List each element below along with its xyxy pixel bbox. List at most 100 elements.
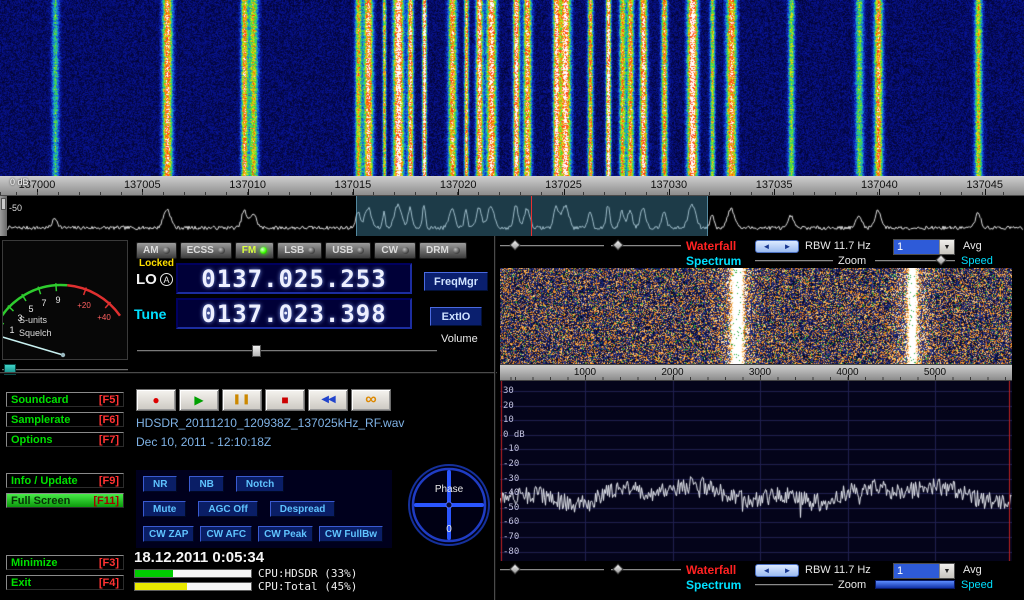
rf-waterfall[interactable]	[0, 0, 1024, 176]
menu-button-label: Full Screen	[11, 495, 70, 507]
record-button[interactable]: ●	[136, 389, 176, 411]
menu-button-samplerate[interactable]: Samplerate[F6]	[6, 412, 124, 427]
dsp-button-cw-zap[interactable]: CW ZAP	[143, 526, 194, 542]
dsp-row: Mute AGC Off Despread	[143, 501, 385, 517]
speed-label: Speed	[961, 255, 993, 267]
db-scale-label: 20	[503, 401, 514, 411]
af-waterfall[interactable]	[500, 268, 1012, 364]
zoom-slider[interactable]	[875, 580, 955, 589]
db-scale-label: -30	[503, 474, 519, 484]
tune-frequency-display[interactable]: 0137.023.398	[176, 298, 412, 329]
af-scale-tick	[760, 375, 761, 380]
avg-combo[interactable]: 1▼	[893, 239, 955, 255]
af-spectrum-trace[interactable]	[500, 381, 1012, 561]
play-icon: ▶	[194, 394, 203, 406]
recording-filename: HDSDR_20111210_120938Z_137025kHz_RF.wav	[136, 416, 404, 430]
stop-button[interactable]: ■	[265, 389, 305, 411]
af-scale-tick	[848, 375, 849, 380]
left-menu: Soundcard[F5] Samplerate[F6] Options[F7] In…	[0, 0, 132, 600]
contrast-slider-thumb[interactable]	[509, 563, 520, 574]
cpu-bar-fill	[135, 583, 187, 590]
extio-button[interactable]: ExtIO	[430, 307, 482, 326]
shift-right-arrow-icon[interactable]: ►	[777, 241, 798, 252]
menu-button-full-screen[interactable]: Full Screen[F11]	[6, 493, 124, 508]
rewind-button[interactable]: ◀◀	[308, 389, 348, 411]
dsp-button-agc-off[interactable]: AGC Off	[198, 501, 257, 517]
dsp-button-cw-afc[interactable]: CW AFC	[200, 526, 252, 542]
lo-lock-badge-icon[interactable]: A	[160, 273, 173, 286]
cpu-label: CPU:HDSDR (33%)	[258, 567, 357, 580]
avg-combo-value: 1	[894, 240, 939, 254]
menu-button-minimize[interactable]: Minimize[F3]	[6, 555, 124, 570]
shift-right-arrow-icon[interactable]: ►	[777, 565, 798, 576]
spectrum-label[interactable]: Spectrum	[686, 254, 741, 268]
af-spectrum[interactable]: 3020100 dB-10-20-30-40-50-60-70-80	[500, 381, 1012, 561]
dsp-button-notch[interactable]: Notch	[236, 476, 284, 492]
band-shift-arrows[interactable]: ◄►	[755, 240, 799, 253]
af-frequency-scale[interactable]: 10002000300040005000	[500, 364, 1012, 381]
mode-button-ecss[interactable]: ECSS	[180, 242, 232, 259]
brightness-slider-thumb[interactable]	[612, 563, 623, 574]
hdsdr-window: 1370001370051370101370151370201370251370…	[0, 0, 1024, 600]
freq-scale-tick	[458, 189, 459, 195]
band-shift-arrows[interactable]: ◄►	[755, 564, 799, 577]
mode-button-fm[interactable]: FM	[235, 242, 274, 259]
menu-button-soundcard[interactable]: Soundcard[F5]	[6, 392, 124, 407]
dsp-button-nb[interactable]: NB	[189, 476, 223, 492]
volume-slider[interactable]	[137, 344, 437, 358]
dsp-button-despread[interactable]: Despread	[270, 501, 336, 517]
waterfall-label[interactable]: Waterfall	[686, 239, 736, 253]
volume-slider-thumb[interactable]	[252, 345, 261, 357]
spectrum-label[interactable]: Spectrum	[686, 578, 741, 592]
rewind-icon: ◀◀	[321, 395, 334, 405]
loop-button[interactable]: ∞	[351, 389, 391, 411]
passband-highlight[interactable]	[356, 196, 708, 236]
dsp-button-cw-fullbw[interactable]: CW FullBw	[319, 526, 383, 542]
mode-button-cw[interactable]: CW	[374, 242, 416, 259]
dsp-button-mute[interactable]: Mute	[143, 501, 186, 517]
shift-left-arrow-icon[interactable]: ◄	[756, 565, 777, 576]
tune-label: Tune	[134, 306, 166, 322]
af-scale-label: 4000	[836, 367, 858, 378]
rf-spectrum[interactable]: -50	[0, 196, 1024, 236]
pause-button[interactable]: ❚❚	[222, 389, 262, 411]
frequency-manager-button[interactable]: FreqMgr	[424, 272, 488, 291]
zoom-slider-thumb[interactable]	[935, 254, 946, 265]
lo-frequency-display[interactable]: 0137.025.253	[176, 263, 412, 294]
mode-button-am[interactable]: AM	[136, 242, 177, 259]
mode-button-drm[interactable]: DRM	[419, 242, 467, 259]
db-scale-label: -80	[503, 547, 519, 557]
frequency-scale[interactable]: 1370001370051370101370151370201370251370…	[0, 176, 1024, 196]
shift-left-arrow-icon[interactable]: ◄	[756, 241, 777, 252]
play-button[interactable]: ▶	[179, 389, 219, 411]
cpu-bar-fill	[135, 570, 173, 577]
stop-icon: ■	[281, 394, 288, 406]
db-scale-label: -40	[503, 488, 519, 498]
zoom-label: Zoom	[838, 255, 866, 267]
phase-dial[interactable]: Phase 0	[404, 460, 494, 550]
menu-button-exit[interactable]: Exit[F4]	[6, 575, 124, 590]
lo-label: LO	[136, 271, 157, 288]
zoom-slider-track[interactable]	[755, 584, 833, 586]
contrast-slider-thumb[interactable]	[509, 239, 520, 250]
avg-combo-value: 1	[894, 564, 939, 578]
zoom-slider-track[interactable]	[755, 260, 833, 262]
mode-button-lsb[interactable]: LSB	[277, 242, 322, 259]
af-scale-tick	[585, 375, 586, 380]
combo-dropdown-icon[interactable]: ▼	[939, 564, 954, 578]
volume-slider-track[interactable]	[137, 350, 437, 352]
combo-dropdown-icon[interactable]: ▼	[939, 240, 954, 254]
db-scale-label: -20	[503, 459, 519, 469]
horizontal-divider	[0, 372, 497, 374]
menu-button-options[interactable]: Options[F7]	[6, 432, 124, 447]
mode-label: USB	[332, 245, 353, 256]
mode-button-usb[interactable]: USB	[325, 242, 371, 259]
speed-label: Speed	[961, 579, 993, 591]
avg-combo[interactable]: 1▼	[893, 563, 955, 579]
menu-button-info-update[interactable]: Info / Update[F9]	[6, 473, 124, 488]
dsp-panel: NR NB Notch Mute AGC Off Despread CW ZAP CW AFC…	[136, 470, 392, 548]
waterfall-label[interactable]: Waterfall	[686, 563, 736, 577]
brightness-slider-thumb[interactable]	[612, 239, 623, 250]
dsp-button-cw-peak[interactable]: CW Peak	[258, 526, 313, 542]
dsp-button-nr[interactable]: NR	[143, 476, 177, 492]
